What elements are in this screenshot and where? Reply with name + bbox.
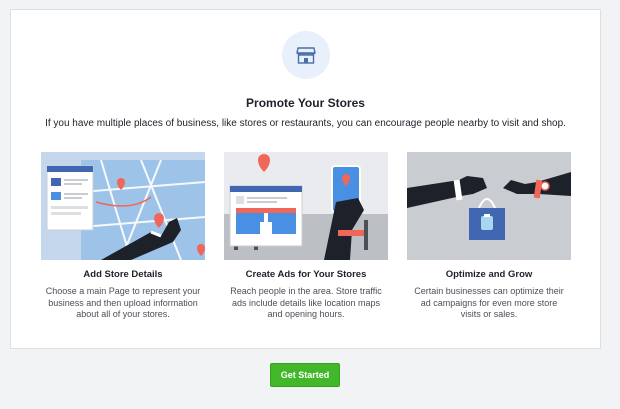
feature-title: Create Ads for Your Stores: [245, 269, 367, 280]
feature-title: Optimize and Grow: [445, 269, 533, 280]
feature-description: Certain businesses can optimize their ad…: [414, 286, 564, 319]
feature-description: Choose a main Page to represent your bus…: [45, 286, 201, 319]
get-started-button[interactable]: Get Started: [270, 363, 340, 387]
promote-stores-card: Promote Your Stores If you have multiple…: [10, 9, 601, 349]
store-icon: [282, 31, 330, 79]
feature-optimize-grow: Optimize and Grow Certain businesses can…: [407, 152, 571, 321]
map-pin-illustration: [41, 152, 205, 260]
feature-description: Reach people in the area. Store traffic …: [230, 286, 382, 319]
feature-add-store-details: Add Store Details Choose a main Page to …: [41, 152, 205, 321]
page-title: Promote Your Stores: [246, 96, 365, 110]
handshake-bag-illustration: [407, 152, 571, 260]
feature-title: Add Store Details: [83, 269, 163, 280]
storefront-phone-illustration: [224, 152, 388, 260]
feature-create-ads: Create Ads for Your Stores Reach people …: [224, 152, 388, 321]
page-subtitle: If you have multiple places of business,…: [45, 118, 566, 129]
